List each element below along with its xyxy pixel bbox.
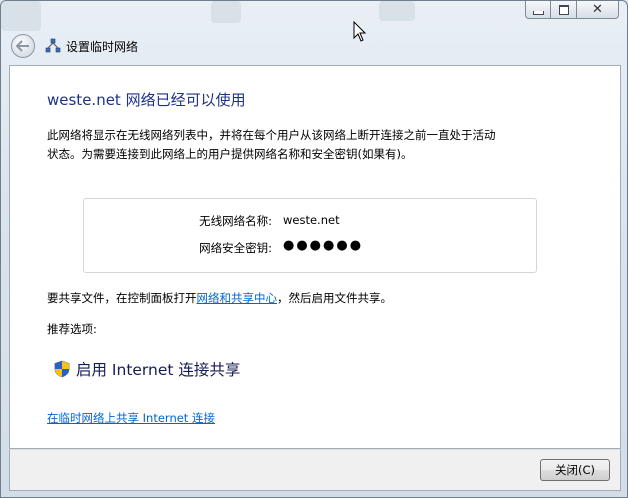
content-panel: weste.net 网络已经可以使用 此网络将显示在无线网络列表中，并将在每个用… bbox=[9, 65, 621, 449]
uac-shield-icon bbox=[54, 360, 70, 378]
share-prefix: 要共享文件，在控制面板打开 bbox=[47, 291, 197, 305]
close-button[interactable]: 关闭(C) bbox=[540, 459, 610, 481]
security-key-label: 网络安全密钥: bbox=[199, 241, 272, 255]
share-instructions: 要共享文件，在控制面板打开网络和共享中心，然后启用文件共享。 bbox=[47, 290, 392, 306]
minimize-button[interactable] bbox=[525, 1, 551, 19]
recommended-label: 推荐选项: bbox=[47, 322, 97, 336]
page-heading: weste.net 网络已经可以使用 bbox=[47, 91, 246, 109]
enable-ics-option[interactable]: 启用 Internet 连接共享 bbox=[54, 358, 240, 380]
description: 此网络将显示在无线网络列表中，并将在每个用户从该网络上断开连接之前一直处于活动 … bbox=[47, 126, 587, 164]
network-name-label: 无线网络名称: bbox=[199, 214, 272, 228]
window-controls: ✕ bbox=[525, 1, 619, 21]
enable-ics-label: 启用 Internet 连接共享 bbox=[76, 361, 241, 379]
network-name-value: weste.net bbox=[283, 213, 340, 227]
close-icon: ✕ bbox=[592, 2, 603, 17]
mouse-cursor-icon bbox=[353, 21, 367, 42]
window-title: 设置临时网络 bbox=[66, 40, 139, 54]
back-arrow-icon bbox=[16, 40, 29, 52]
security-key-value: ●●●●●● bbox=[283, 238, 364, 253]
background-blur bbox=[1, 1, 41, 31]
network-sharing-center-link[interactable]: 网络和共享中心 bbox=[197, 291, 278, 305]
back-button[interactable] bbox=[11, 34, 35, 58]
maximize-icon bbox=[558, 4, 569, 15]
network-icon bbox=[45, 38, 61, 53]
background-blur bbox=[211, 1, 241, 23]
description-line: 状态。为需要连接到此网络上的用户提供网络名称和安全密钥(如果有)。 bbox=[47, 147, 413, 161]
description-line: 此网络将显示在无线网络列表中，并将在每个用户从该网络上断开连接之前一直处于活动 bbox=[47, 128, 496, 142]
minimize-icon bbox=[532, 10, 544, 15]
maximize-button[interactable] bbox=[551, 1, 577, 19]
share-suffix: ，然后启用文件共享。 bbox=[277, 291, 392, 305]
background-blur bbox=[379, 1, 415, 21]
window-frame: ✕ 设置临时网络 weste.net 网络已经可以使用 此网络将显示在无线网络列… bbox=[0, 0, 628, 498]
dialog-footer: 关闭(C) bbox=[9, 449, 621, 491]
network-info-box: 无线网络名称: weste.net 网络安全密钥: ●●●●●● bbox=[83, 198, 537, 273]
share-internet-link[interactable]: 在临时网络上共享 Internet 连接 bbox=[47, 410, 215, 426]
close-window-button[interactable]: ✕ bbox=[577, 1, 619, 19]
